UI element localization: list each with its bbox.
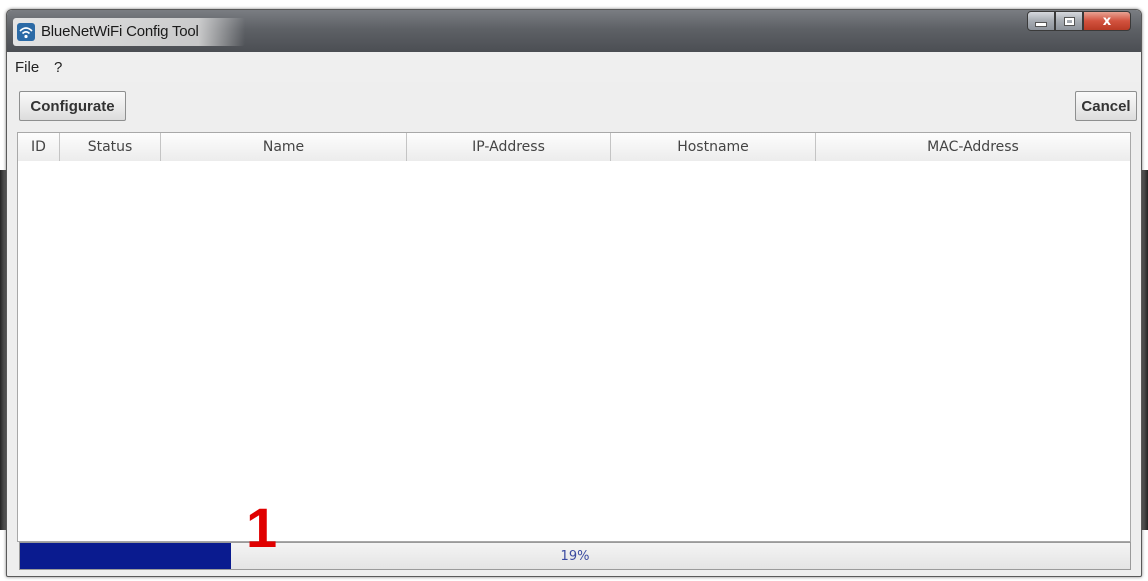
title-bar[interactable]: BlueNetWiFi Config Tool x xyxy=(7,10,1141,52)
toolbar: Configurate Cancel xyxy=(7,82,1141,132)
column-header-status[interactable]: Status xyxy=(60,133,161,161)
close-button[interactable]: x xyxy=(1083,11,1131,31)
configurate-button[interactable]: Configurate xyxy=(19,91,126,121)
window-controls: x xyxy=(1027,11,1131,31)
maximize-icon xyxy=(1063,16,1075,26)
column-header-name[interactable]: Name xyxy=(161,133,407,161)
close-icon: x xyxy=(1102,13,1112,29)
app-window: BlueNetWiFi Config Tool x File ? Configu… xyxy=(6,9,1142,577)
column-header-id[interactable]: ID xyxy=(18,133,60,161)
column-header-hostname[interactable]: Hostname xyxy=(611,133,816,161)
column-header-mac-address[interactable]: MAC-Address xyxy=(816,133,1130,161)
column-header-ip-address[interactable]: IP-Address xyxy=(407,133,611,161)
annotation-marker: 1 xyxy=(246,496,278,559)
minimize-button[interactable] xyxy=(1027,11,1055,31)
progress-label: 19% xyxy=(560,548,590,564)
menu-help[interactable]: ? xyxy=(54,59,62,76)
table-header: ID Status Name IP-Address Hostname MAC-A… xyxy=(18,133,1130,162)
wifi-icon xyxy=(17,23,35,41)
menu-bar: File ? xyxy=(7,52,1141,82)
device-table: ID Status Name IP-Address Hostname MAC-A… xyxy=(17,132,1131,542)
maximize-button[interactable] xyxy=(1055,11,1083,31)
window-title: BlueNetWiFi Config Tool xyxy=(41,23,199,40)
cancel-button[interactable]: Cancel xyxy=(1075,91,1137,121)
minimize-icon xyxy=(1035,21,1047,27)
menu-file[interactable]: File xyxy=(15,59,39,76)
background-edge-right xyxy=(1142,170,1148,530)
progress-bar: 19% xyxy=(19,542,1131,570)
table-body[interactable] xyxy=(18,161,1130,541)
